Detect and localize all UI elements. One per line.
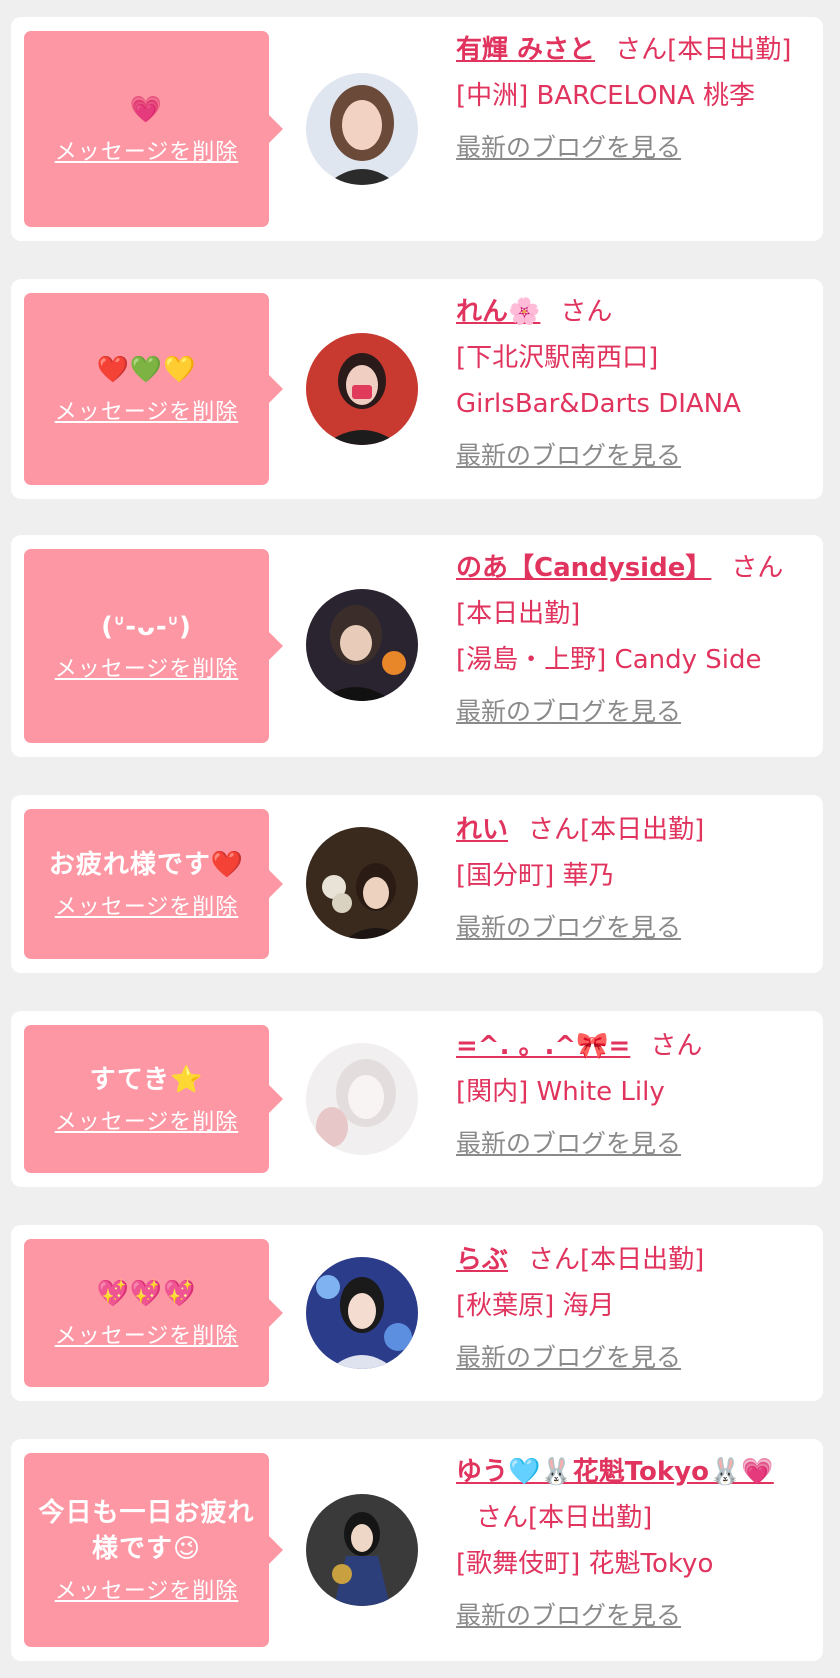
status-badge: [本日出勤] [456, 599, 581, 629]
honorific: さん [731, 553, 784, 583]
avatar[interactable] [306, 73, 418, 185]
honorific: さん [528, 815, 581, 845]
latest-blog-link[interactable]: 最新のブログを見る [456, 1121, 681, 1167]
shop-name: [関内] White Lily [456, 1077, 665, 1107]
avatar[interactable] [306, 333, 418, 445]
cast-name-link[interactable]: =^. 。.^🎀= [456, 1031, 630, 1061]
avatar[interactable] [306, 589, 418, 701]
honorific: さん [528, 1245, 581, 1275]
latest-blog-link[interactable]: 最新のブログを見る [456, 1593, 681, 1639]
list-item: 💗 メッセージを削除 有輝 みさと さん[本日出勤] [中洲] BARCELONA… [11, 17, 823, 241]
cast-name-link[interactable]: のあ【Candyside】 [456, 553, 711, 583]
status-badge: [本日出勤] [580, 815, 705, 845]
message-text: すてき⭐ [89, 1065, 204, 1095]
honorific: さん [650, 1031, 703, 1061]
status-badge: [本日出勤] [667, 35, 792, 65]
latest-blog-link[interactable]: 最新のブログを見る [456, 125, 681, 171]
avatar[interactable] [306, 1257, 418, 1369]
message-text: ❤️💚💛 [96, 355, 197, 385]
honorific: さん [615, 35, 668, 65]
message-text: お疲れ様です❤️ [48, 850, 245, 880]
delete-message-link[interactable]: メッセージを削除 [55, 1104, 239, 1136]
message-bubble: 💖💖💖 メッセージを削除 [24, 1239, 283, 1387]
delete-message-link[interactable]: メッセージを削除 [55, 394, 239, 426]
cast-name-link[interactable]: れい [456, 815, 508, 845]
message-bubble: 💗 メッセージを削除 [24, 31, 283, 227]
list-item: 今日も一日お疲れ様です😉 メッセージを削除 ゆう🩵🐰花魁Tokyo🐰💗 さん[本日… [11, 1439, 823, 1661]
message-bubble: (ᐡ-ᴗ-ᐡ) メッセージを削除 [24, 549, 283, 743]
avatar[interactable] [306, 1043, 418, 1155]
message-bubble: お疲れ様です❤️ メッセージを削除 [24, 809, 283, 959]
honorific: さん [560, 297, 613, 327]
cast-name-link[interactable]: 有輝 みさと [456, 35, 595, 65]
list-item: 💖💖💖 メッセージを削除 らぶ さん[本日出勤] [秋葉原] 海月 最新のブログを… [11, 1225, 823, 1401]
cast-info: 有輝 みさと さん[本日出勤] [中洲] BARCELONA 桃李 最新のブログを… [456, 27, 816, 171]
message-text: 💖💖💖 [96, 1279, 197, 1309]
message-text: (ᐡ-ᴗ-ᐡ) [101, 612, 192, 642]
avatar[interactable] [306, 827, 418, 939]
status-badge: [本日出勤] [580, 1245, 705, 1275]
shop-name: [湯島・上野] Candy Side [456, 645, 762, 675]
status-badge: [本日出勤] [528, 1503, 653, 1533]
message-text: 💗 [129, 95, 164, 125]
message-bubble: 今日も一日お疲れ様です😉 メッセージを削除 [24, 1453, 283, 1647]
latest-blog-link[interactable]: 最新のブログを見る [456, 689, 681, 735]
cast-name-link[interactable]: らぶ [456, 1245, 508, 1275]
honorific: さん [476, 1503, 529, 1533]
cast-info: のあ【Candyside】 さん [本日出勤] [湯島・上野] Candy Sid… [456, 545, 816, 735]
shop-name: [国分町] 華乃 [456, 861, 615, 891]
shop-name: [下北沢駅南西口] GirlsBar&Darts DIANA [456, 343, 741, 419]
cast-info: れん🌸 さん [下北沢駅南西口] GirlsBar&Darts DIANA 最新の… [456, 289, 816, 479]
cast-name-link[interactable]: ゆう🩵🐰花魁Tokyo🐰💗 [456, 1457, 774, 1487]
latest-blog-link[interactable]: 最新のブログを見る [456, 433, 681, 479]
cast-info: らぶ さん[本日出勤] [秋葉原] 海月 最新のブログを見る [456, 1237, 816, 1381]
delete-message-link[interactable]: メッセージを削除 [55, 1318, 239, 1350]
delete-message-link[interactable]: メッセージを削除 [55, 889, 239, 921]
message-bubble: ❤️💚💛 メッセージを削除 [24, 293, 283, 485]
delete-message-link[interactable]: メッセージを削除 [55, 134, 239, 166]
message-text: 今日も一日お疲れ様です😉 [38, 1498, 255, 1564]
list-item: お疲れ様です❤️ メッセージを削除 れい さん[本日出勤] [国分町] 華乃 最新… [11, 795, 823, 973]
delete-message-link[interactable]: メッセージを削除 [55, 651, 239, 683]
latest-blog-link[interactable]: 最新のブログを見る [456, 905, 681, 951]
shop-name: [中洲] BARCELONA 桃李 [456, 81, 756, 111]
cast-info: ゆう🩵🐰花魁Tokyo🐰💗 さん[本日出勤] [歌舞伎町] 花魁Tokyo 最新の… [456, 1449, 816, 1639]
latest-blog-link[interactable]: 最新のブログを見る [456, 1335, 681, 1381]
list-item: すてき⭐ メッセージを削除 =^. 。.^🎀= さん [関内] White Lil… [11, 1011, 823, 1187]
message-bubble: すてき⭐ メッセージを削除 [24, 1025, 283, 1173]
cast-info: れい さん[本日出勤] [国分町] 華乃 最新のブログを見る [456, 807, 816, 951]
shop-name: [歌舞伎町] 花魁Tokyo [456, 1549, 714, 1579]
shop-name: [秋葉原] 海月 [456, 1291, 615, 1321]
cast-info: =^. 。.^🎀= さん [関内] White Lily 最新のブログを見る [456, 1023, 816, 1167]
list-item: (ᐡ-ᴗ-ᐡ) メッセージを削除 のあ【Candyside】 さん [本日出勤] … [11, 535, 823, 757]
avatar[interactable] [306, 1494, 418, 1606]
list-item: ❤️💚💛 メッセージを削除 れん🌸 さん [下北沢駅南西口] GirlsBar&D… [11, 279, 823, 499]
delete-message-link[interactable]: メッセージを削除 [55, 1573, 239, 1605]
cast-name-link[interactable]: れん🌸 [456, 297, 540, 327]
